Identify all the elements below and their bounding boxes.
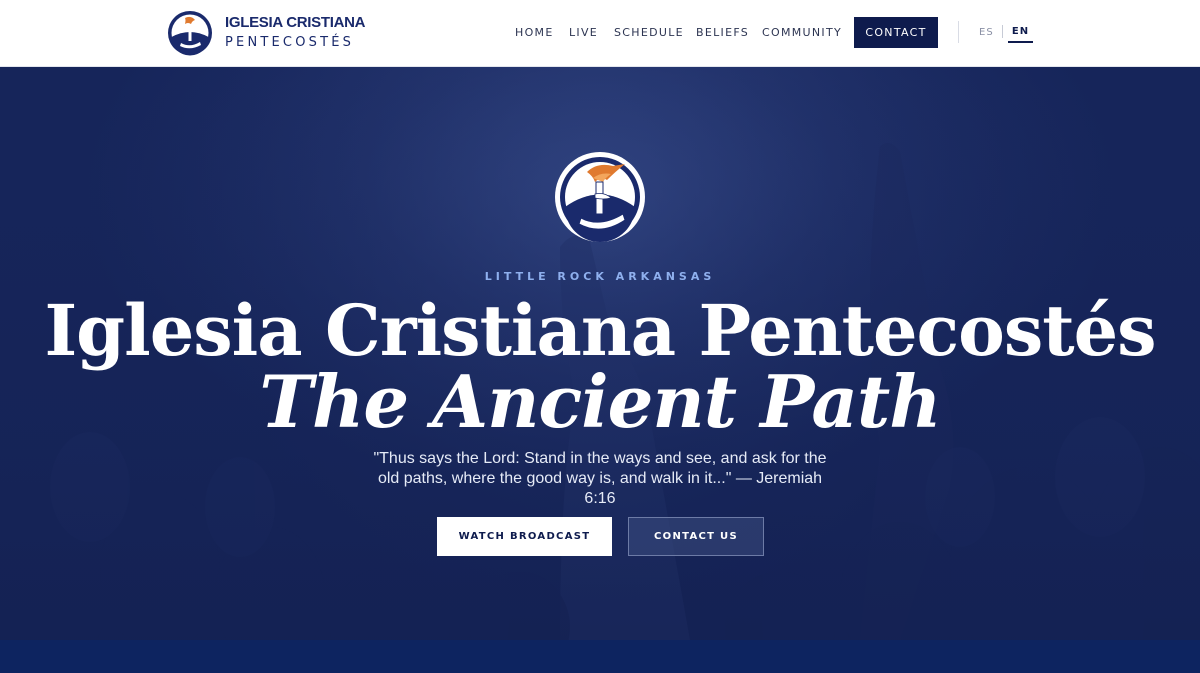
nav-divider (958, 21, 959, 43)
brand-link[interactable]: IGLESIA CRISTIANA PENTECOSTÉS (167, 9, 365, 57)
location-eyebrow: LITTLE ROCK ARKANSAS (484, 270, 716, 283)
nav-item-home[interactable]: HOME (515, 26, 554, 39)
hero-section: LITTLE ROCK ARKANSAS Iglesia Cristiana P… (0, 67, 1200, 640)
language-en[interactable]: EN (1008, 26, 1033, 43)
nav-item-schedule[interactable]: SCHEDULE (614, 26, 684, 39)
scripture-quote: "Thus says the Lord: Stand in the ways a… (373, 450, 827, 507)
brand-subname: PENTECOSTÉS (225, 34, 355, 50)
site-header: IGLESIA CRISTIANA PENTECOSTÉS HOME LIVE … (0, 0, 1200, 67)
language-es[interactable]: ES (979, 27, 994, 38)
nav-item-community[interactable]: COMMUNITY (762, 26, 842, 39)
watch-broadcast-button[interactable]: WATCH BROADCAST (437, 517, 612, 556)
nav-item-live[interactable]: LIVE (569, 26, 598, 39)
brand-name: IGLESIA CRISTIANA (225, 13, 366, 31)
torch-emblem-icon (168, 11, 212, 56)
contact-button[interactable]: CONTACT (854, 17, 938, 48)
nav-item-beliefs[interactable]: BELIEFS (696, 26, 749, 39)
next-section-band (0, 640, 1200, 673)
language-separator (1002, 25, 1003, 38)
torch-emblem-icon (555, 152, 645, 242)
contact-us-button[interactable]: CONTACT US (628, 517, 764, 556)
hero-subtitle: The Ancient Path (259, 359, 941, 444)
